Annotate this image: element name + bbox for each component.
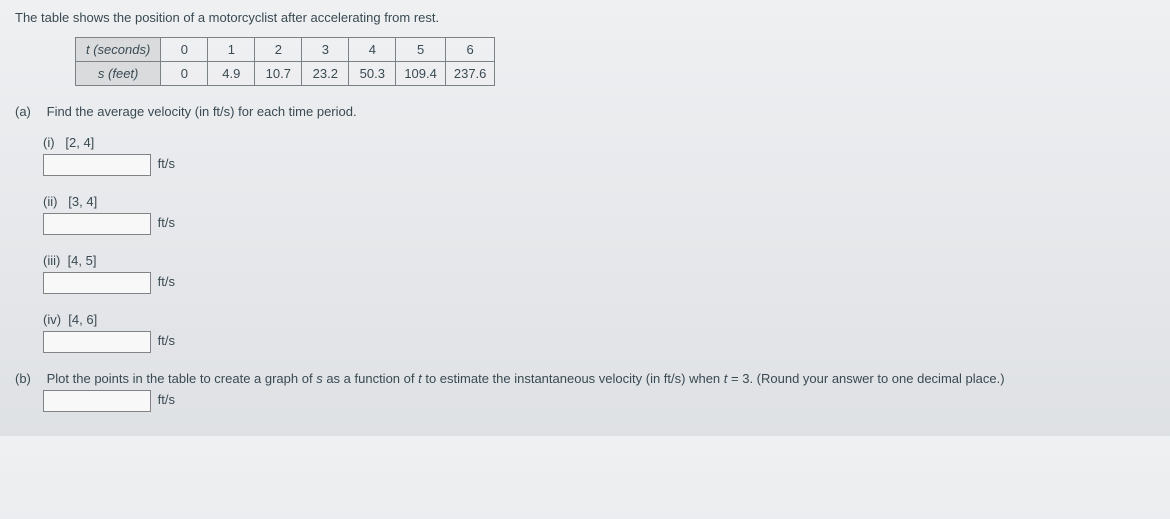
- answer-input-iii[interactable]: [43, 272, 151, 294]
- table-cell: 237.6: [445, 62, 495, 86]
- sub-interval: [4, 6]: [68, 312, 97, 327]
- table-cell: 1: [208, 38, 255, 62]
- table-cell: 4: [349, 38, 396, 62]
- sub-roman: (iii): [43, 253, 60, 268]
- table-cell: 109.4: [396, 62, 446, 86]
- answer-input-ii[interactable]: [43, 213, 151, 235]
- part-a-text: Find the average velocity (in ft/s) for …: [47, 104, 357, 119]
- table-cell: 5: [396, 38, 446, 62]
- answer-input-iv[interactable]: [43, 331, 151, 353]
- part-a: (a) Find the average velocity (in ft/s) …: [15, 104, 1155, 353]
- table-cell: 3: [302, 38, 349, 62]
- table-cell: 23.2: [302, 62, 349, 86]
- sub-roman: (i): [43, 135, 55, 150]
- subpart-iii: (iii) [4, 5] ft/s: [43, 253, 1155, 294]
- subpart-i: (i) [2, 4] ft/s: [43, 135, 1155, 176]
- table-cell: 0: [161, 38, 208, 62]
- sub-interval: [3, 4]: [68, 194, 97, 209]
- unit-label: ft/s: [158, 215, 175, 230]
- table-cell: 0: [161, 62, 208, 86]
- unit-label: ft/s: [158, 274, 175, 289]
- problem-intro: The table shows the position of a motorc…: [15, 10, 1155, 25]
- part-b: (b) Plot the points in the table to crea…: [15, 371, 1155, 412]
- table-cell: 6: [445, 38, 495, 62]
- table-cell: 10.7: [255, 62, 302, 86]
- sub-interval: [2, 4]: [65, 135, 94, 150]
- part-b-label: (b): [15, 371, 43, 386]
- sub-roman: (ii): [43, 194, 57, 209]
- unit-label: ft/s: [158, 156, 175, 171]
- unit-label: ft/s: [158, 333, 175, 348]
- table-row: t (seconds) 0 1 2 3 4 5 6: [76, 38, 495, 62]
- row-header-t: t (seconds): [76, 38, 161, 62]
- unit-label: ft/s: [158, 392, 175, 407]
- part-a-label: (a): [15, 104, 43, 119]
- data-table: t (seconds) 0 1 2 3 4 5 6 s (feet) 0 4.9…: [75, 37, 495, 86]
- table-cell: 2: [255, 38, 302, 62]
- sub-roman: (iv): [43, 312, 61, 327]
- table-cell: 4.9: [208, 62, 255, 86]
- answer-input-i[interactable]: [43, 154, 151, 176]
- table-row: s (feet) 0 4.9 10.7 23.2 50.3 109.4 237.…: [76, 62, 495, 86]
- row-header-s: s (feet): [76, 62, 161, 86]
- subpart-ii: (ii) [3, 4] ft/s: [43, 194, 1155, 235]
- table-cell: 50.3: [349, 62, 396, 86]
- part-b-text: Plot the points in the table to create a…: [47, 371, 1005, 386]
- sub-interval: [4, 5]: [68, 253, 97, 268]
- answer-input-b[interactable]: [43, 390, 151, 412]
- subpart-iv: (iv) [4, 6] ft/s: [43, 312, 1155, 353]
